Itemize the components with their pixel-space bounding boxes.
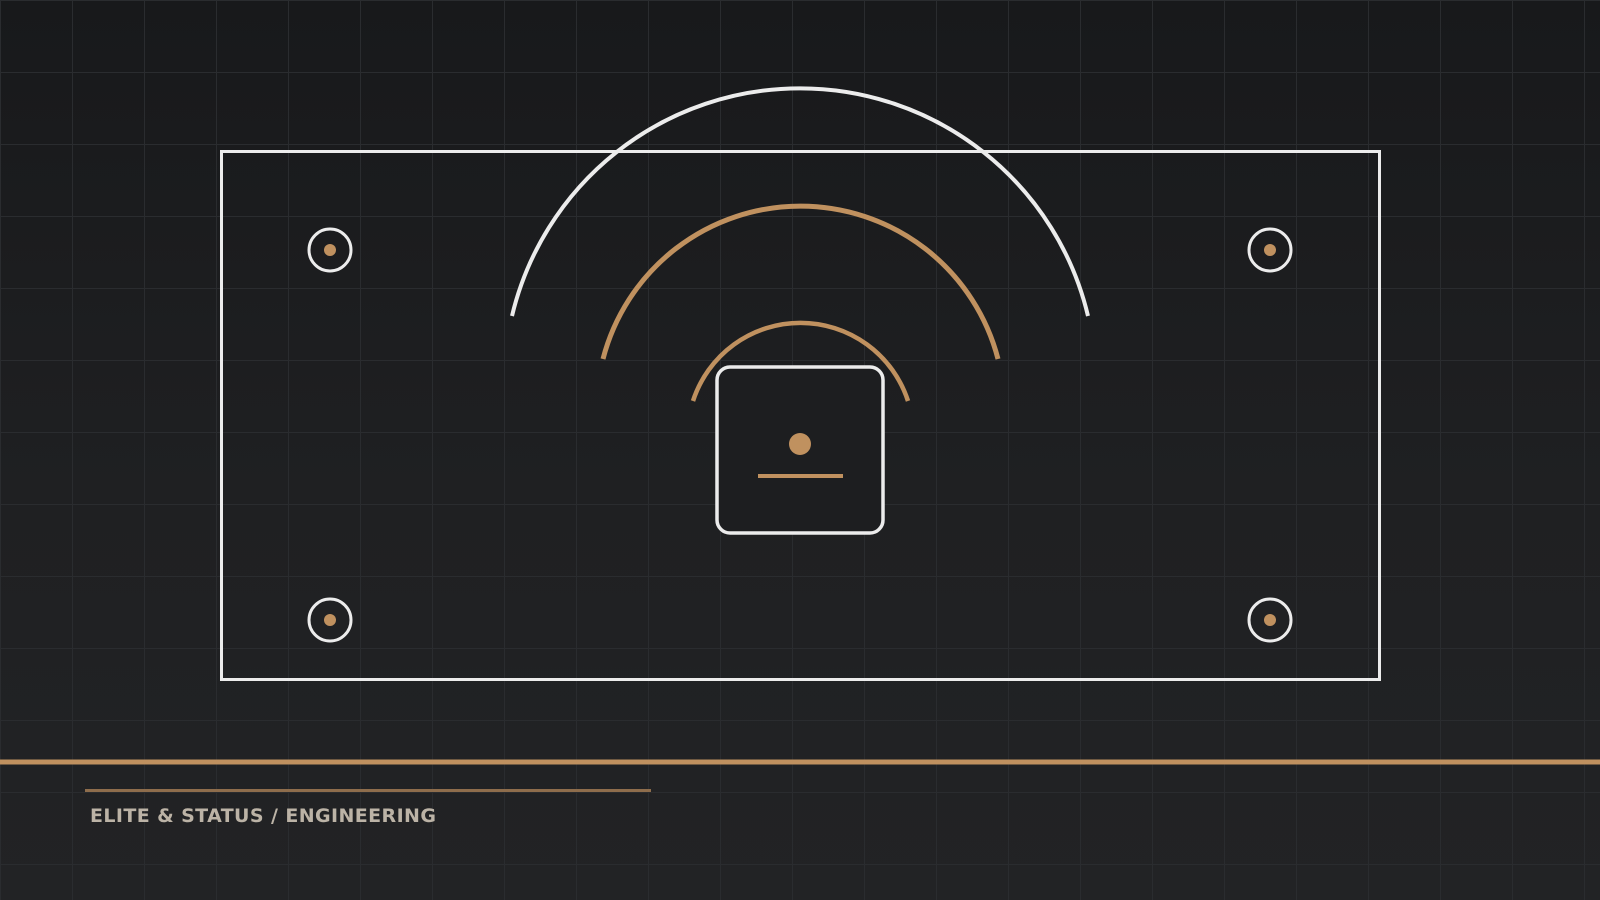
center-dot <box>789 433 811 455</box>
illustration <box>0 0 1600 900</box>
stage: ELITE & STATUS / ENGINEERING <box>0 0 1600 900</box>
outer-arc <box>510 86 1090 317</box>
caption-text: ELITE & STATUS / ENGINEERING <box>90 805 437 827</box>
target-dot-icon <box>307 227 353 273</box>
middle-arc <box>600 203 1001 360</box>
target-dot-icon <box>307 597 353 643</box>
target-dot-icon <box>1247 227 1293 273</box>
signal-broadcast-icon <box>715 365 885 535</box>
target-dot-icon <box>1247 597 1293 643</box>
